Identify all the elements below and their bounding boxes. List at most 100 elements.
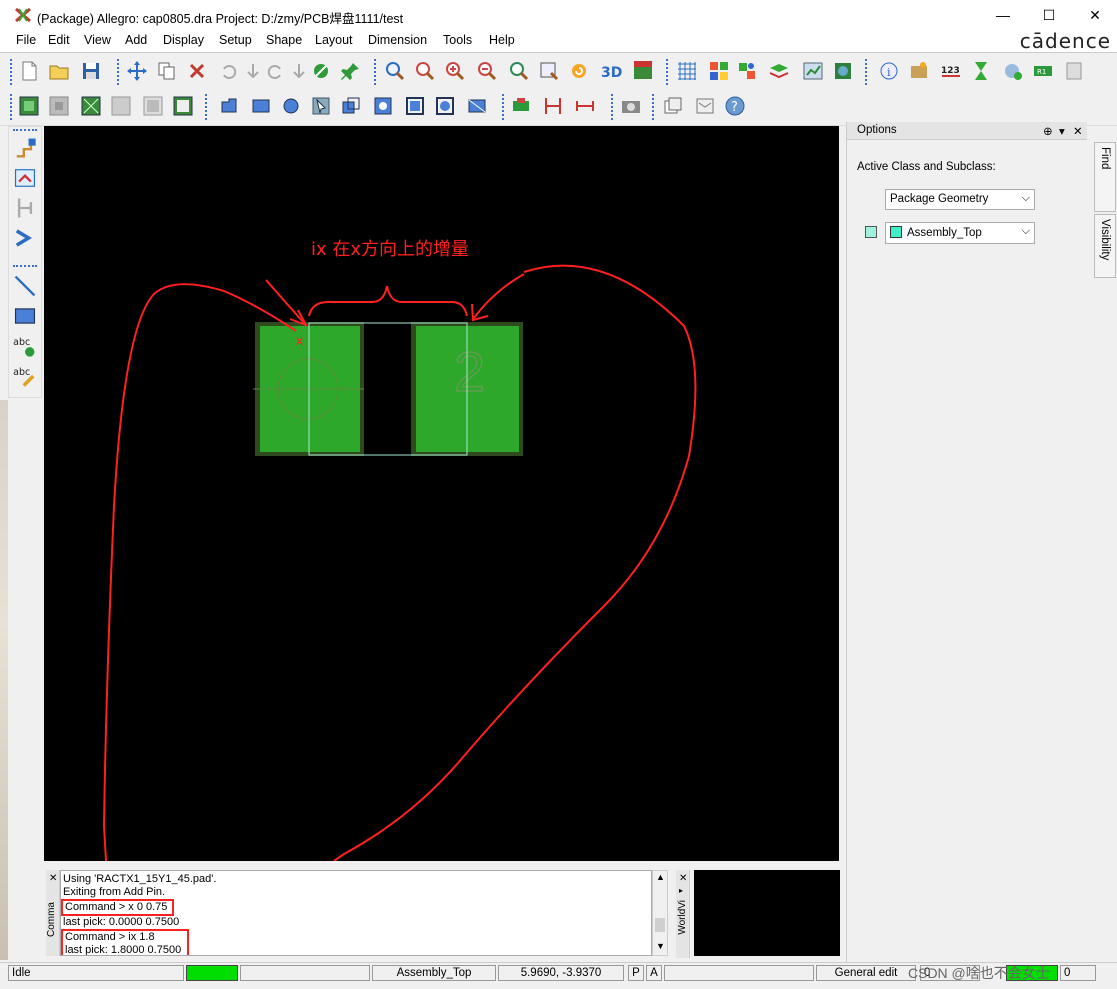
numbering-icon[interactable]: 123 <box>938 58 964 84</box>
place-green-icon[interactable] <box>16 93 42 119</box>
class-select[interactable]: Package Geometry ⌵ <box>885 189 1035 210</box>
command-output[interactable]: Using 'RACTX1_15Y1_45.pad'. Exiting from… <box>60 870 652 956</box>
toolbar-grip[interactable] <box>10 94 14 120</box>
gray-frame-icon[interactable] <box>140 93 166 119</box>
close-icon[interactable]: ✕ <box>1073 124 1083 138</box>
place-gray-icon[interactable] <box>46 93 72 119</box>
shape-edit-icon[interactable] <box>308 58 334 84</box>
open-folder-icon[interactable] <box>46 58 72 84</box>
copy-icon[interactable] <box>154 58 180 84</box>
command-scrollbar[interactable]: ▲ ▼ <box>652 870 668 956</box>
color-chip-icon[interactable] <box>865 226 877 238</box>
toolbar-grip[interactable] <box>10 59 14 85</box>
rectangle-icon[interactable] <box>12 303 38 329</box>
undo-icon[interactable] <box>216 58 242 84</box>
dim-linear-icon[interactable] <box>572 93 598 119</box>
add-pin-icon[interactable] <box>12 135 38 161</box>
info-icon[interactable]: i <box>876 58 902 84</box>
circle-frame-icon[interactable] <box>432 93 458 119</box>
rectangle-icon[interactable] <box>248 93 274 119</box>
layer-visibility-icon[interactable] <box>734 58 760 84</box>
camera-icon[interactable] <box>618 93 644 119</box>
pin-icon[interactable]: ▸ <box>679 886 683 895</box>
report-icon[interactable] <box>692 93 718 119</box>
green-frame-icon[interactable] <box>170 93 196 119</box>
menu-tools[interactable]: Tools <box>443 33 472 47</box>
toolbar-grip[interactable] <box>865 59 869 85</box>
pin-icon[interactable] <box>338 58 364 84</box>
dim-icon[interactable] <box>540 93 566 119</box>
zoom-window-icon[interactable] <box>412 58 438 84</box>
circle-icon[interactable] <box>278 93 304 119</box>
zoom-out-icon[interactable] <box>474 58 500 84</box>
help-icon[interactable]: ? <box>722 93 748 119</box>
status-a-button[interactable]: A <box>646 965 662 981</box>
zoom-in-icon[interactable] <box>442 58 468 84</box>
flip-view-icon[interactable] <box>630 58 656 84</box>
menu-file[interactable]: File <box>16 33 36 47</box>
scroll-down-icon[interactable]: ▼ <box>656 941 665 951</box>
toolbar-grip[interactable] <box>117 59 121 85</box>
menu-display[interactable]: Display <box>163 33 204 47</box>
stats-icon[interactable] <box>800 58 826 84</box>
redo-icon[interactable] <box>262 58 288 84</box>
pin-route-icon[interactable] <box>12 195 38 221</box>
zoom-previous-icon[interactable] <box>506 58 532 84</box>
design-canvas[interactable]: 2 x ix 在x方向上的增量 <box>44 126 839 861</box>
layer-icon[interactable] <box>766 58 792 84</box>
scroll-up-icon[interactable]: ▲ <box>656 872 665 882</box>
frame-icon[interactable] <box>402 93 428 119</box>
close-button[interactable]: ✕ <box>1072 4 1117 26</box>
menu-add[interactable]: Add <box>125 33 147 47</box>
color-icon[interactable] <box>706 58 732 84</box>
menu-help[interactable]: Help <box>489 33 515 47</box>
subclass-select[interactable]: Assembly_Top ⌵ <box>885 222 1035 244</box>
menu-setup[interactable]: Setup <box>219 33 252 47</box>
gray-box-icon[interactable] <box>108 93 134 119</box>
menu-dimension[interactable]: Dimension <box>368 33 427 47</box>
shape-void-icon[interactable] <box>370 93 396 119</box>
tab-visibility[interactable]: Visibility <box>1094 214 1116 278</box>
menu-layout[interactable]: Layout <box>315 33 353 47</box>
refdes-icon[interactable]: R1 <box>1030 58 1056 84</box>
toolbar-grip[interactable] <box>502 94 506 120</box>
edit-text-icon[interactable]: abc <box>12 363 38 389</box>
scroll-thumb[interactable] <box>655 918 665 932</box>
maximize-button[interactable]: ☐ <box>1026 4 1072 26</box>
toolbar-grip[interactable] <box>13 265 37 267</box>
measure-icon[interactable] <box>906 58 932 84</box>
delete-icon[interactable] <box>184 58 210 84</box>
move-icon[interactable] <box>124 58 150 84</box>
off-grid-icon[interactable] <box>1062 58 1088 84</box>
snap-icon[interactable] <box>508 93 534 119</box>
dropdown-icon[interactable]: ▾ <box>1059 124 1065 138</box>
world-icon[interactable] <box>830 58 856 84</box>
minimize-button[interactable]: — <box>980 4 1026 26</box>
toolbar-grip[interactable] <box>374 59 378 85</box>
select-icon[interactable] <box>308 93 334 119</box>
menu-edit[interactable]: Edit <box>48 33 70 47</box>
database-icon[interactable] <box>660 93 686 119</box>
world-view-map[interactable] <box>694 870 840 956</box>
save-icon[interactable] <box>78 58 104 84</box>
toolbar-grip[interactable] <box>13 129 37 131</box>
shape-fill-icon[interactable] <box>464 93 490 119</box>
redraw-icon[interactable] <box>566 58 592 84</box>
edit-pin-icon[interactable] <box>12 165 38 191</box>
menu-view[interactable]: View <box>84 33 111 47</box>
swap-icon[interactable] <box>12 225 38 251</box>
hourglass-icon[interactable] <box>968 58 994 84</box>
close-icon[interactable]: ✕ <box>49 873 57 884</box>
new-file-icon[interactable] <box>16 58 42 84</box>
shape-merge-icon[interactable] <box>338 93 364 119</box>
menu-shape[interactable]: Shape <box>266 33 302 47</box>
close-icon[interactable]: ✕ <box>679 873 687 884</box>
tab-find[interactable]: Find <box>1094 142 1116 212</box>
3d-view-icon[interactable]: 3D <box>598 58 624 84</box>
zoom-fit-icon[interactable] <box>382 58 408 84</box>
status-p-button[interactable]: P <box>628 965 644 981</box>
toolbar-grip[interactable] <box>611 94 615 120</box>
toolbar-grip[interactable] <box>205 94 209 120</box>
db-doctor-icon[interactable] <box>1000 58 1026 84</box>
shape-add-icon[interactable] <box>216 93 242 119</box>
